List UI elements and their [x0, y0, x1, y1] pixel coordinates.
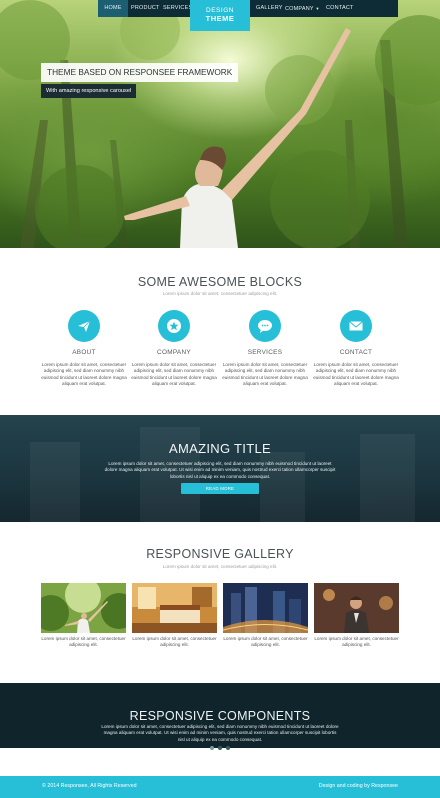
hero-forest-photo	[0, 0, 440, 248]
block-about-text: Lorem ipsum dolor sit amet, consectetuer…	[41, 362, 127, 387]
gallery-caption-2: Lorem ipsum dolor sit amet, consectetuer…	[132, 636, 217, 648]
nav-home[interactable]: HOME	[98, 0, 128, 17]
carousel-dot-2[interactable]	[218, 746, 222, 750]
nav-gallery[interactable]: GALLERY	[256, 0, 283, 17]
amazing-text: Lorem ipsum dolor sit amet, consectetuer…	[104, 461, 336, 479]
gallery-subtitle: Lorem ipsum dolor sit amet, consectetuer…	[162, 564, 278, 569]
gallery-caption-3: Lorem ipsum dolor sit amet, consectetuer…	[223, 636, 308, 648]
components-title: RESPONSIVE COMPONENTS	[129, 709, 311, 723]
nav-product[interactable]: PRODUCT	[131, 0, 160, 17]
envelope-icon	[340, 310, 372, 342]
read-more-button[interactable]: READ MORE	[181, 483, 259, 494]
nav-company[interactable]: COMPANY ▼	[285, 0, 320, 17]
block-services-title: SERVICES	[247, 349, 283, 356]
gallery-caption-1: Lorem ipsum dolor sit amet, consectetuer…	[41, 636, 126, 648]
block-about-title: ABOUT	[72, 349, 96, 356]
gallery-image-forest[interactable]	[41, 583, 126, 633]
gallery-title: RESPONSIVE GALLERY	[146, 547, 294, 561]
star-icon	[158, 310, 190, 342]
hero-subtitle: With amazing responsive carousel	[41, 84, 137, 98]
block-services-text: Lorem ipsum dolor sit amet, consectetuer…	[222, 362, 308, 387]
nav-services[interactable]: SERVICES	[163, 0, 192, 17]
gallery-caption-4: Lorem ipsum dolor sit amet, consectetuer…	[314, 636, 399, 648]
paper-plane-icon	[68, 310, 100, 342]
gallery-image-hotel-room[interactable]	[132, 583, 217, 633]
logo-line-1: DESIGN	[206, 7, 234, 14]
logo-line-2: THEME	[205, 14, 235, 23]
site-logo[interactable]: DESIGN THEME	[190, 0, 250, 31]
blocks-subtitle: Lorem ipsum dolor sit amet, consectetuer…	[162, 291, 278, 296]
footer-credit-link[interactable]: Design and coding by Responsee	[319, 783, 398, 789]
hero-title: THEME BASED ON RESPONSEE FRAMEWORK	[41, 63, 239, 82]
components-text: Lorem ipsum dolor sit amet, consectetuer…	[101, 724, 339, 742]
gallery-image-businessman[interactable]	[314, 583, 399, 633]
nav-contact[interactable]: CONTACT	[326, 0, 354, 17]
nav-company-label: COMPANY	[285, 6, 314, 12]
blocks-title: SOME AWESOME BLOCKS	[137, 275, 303, 289]
carousel-dot-1[interactable]	[210, 746, 214, 750]
block-company-text: Lorem ipsum dolor sit amet, consectetuer…	[131, 362, 217, 387]
gallery-image-city-night[interactable]	[223, 583, 308, 633]
block-contact-title: CONTACT	[339, 349, 373, 356]
block-company-title: COMPANY	[157, 349, 191, 356]
footer-copyright: © 2014 Responsee, All Rights Reserved	[42, 783, 137, 789]
carousel-dot-3[interactable]	[226, 746, 230, 750]
chevron-down-icon: ▼	[315, 6, 320, 11]
amazing-title: AMAZING TITLE	[169, 441, 271, 456]
block-contact-text: Lorem ipsum dolor sit amet, consectetuer…	[313, 362, 399, 387]
hero-banner: HOME PRODUCT SERVICES GALLERY COMPANY ▼ …	[0, 0, 440, 248]
chat-icon	[249, 310, 281, 342]
